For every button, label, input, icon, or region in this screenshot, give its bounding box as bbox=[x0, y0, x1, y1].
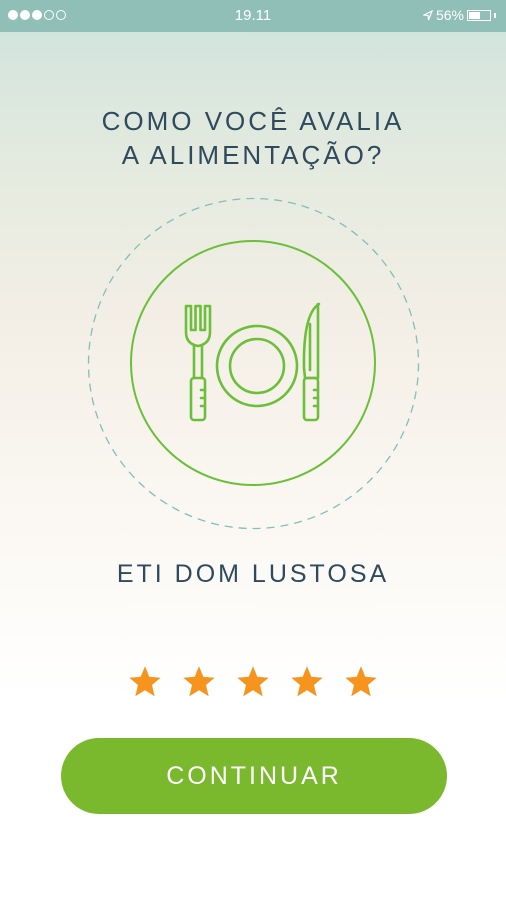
location-arrow-icon bbox=[422, 9, 433, 20]
question-title: COMO VOCÊ AVALIA A ALIMENTAÇÃO? bbox=[0, 104, 506, 172]
battery-percent: 56% bbox=[435, 7, 464, 23]
plate-fork-knife-icon bbox=[184, 302, 321, 422]
question-line-1: COMO VOCÊ AVALIA bbox=[101, 106, 405, 136]
rating-stars[interactable] bbox=[0, 666, 506, 698]
venue-name: ETI DOM LUSTOSA bbox=[116, 560, 390, 588]
star-icon[interactable] bbox=[129, 666, 161, 698]
battery-icon bbox=[467, 9, 491, 21]
star-icon[interactable] bbox=[345, 666, 377, 698]
status-bar: 19.11 56% bbox=[0, 0, 506, 32]
star-icon[interactable] bbox=[237, 666, 269, 698]
continue-button[interactable]: CONTINUAR bbox=[61, 738, 447, 814]
star-icon[interactable] bbox=[291, 666, 323, 698]
battery-indicator: 56% bbox=[422, 7, 496, 23]
star-icon[interactable] bbox=[183, 666, 215, 698]
question-line-2: A ALIMENTAÇÃO? bbox=[121, 140, 385, 170]
